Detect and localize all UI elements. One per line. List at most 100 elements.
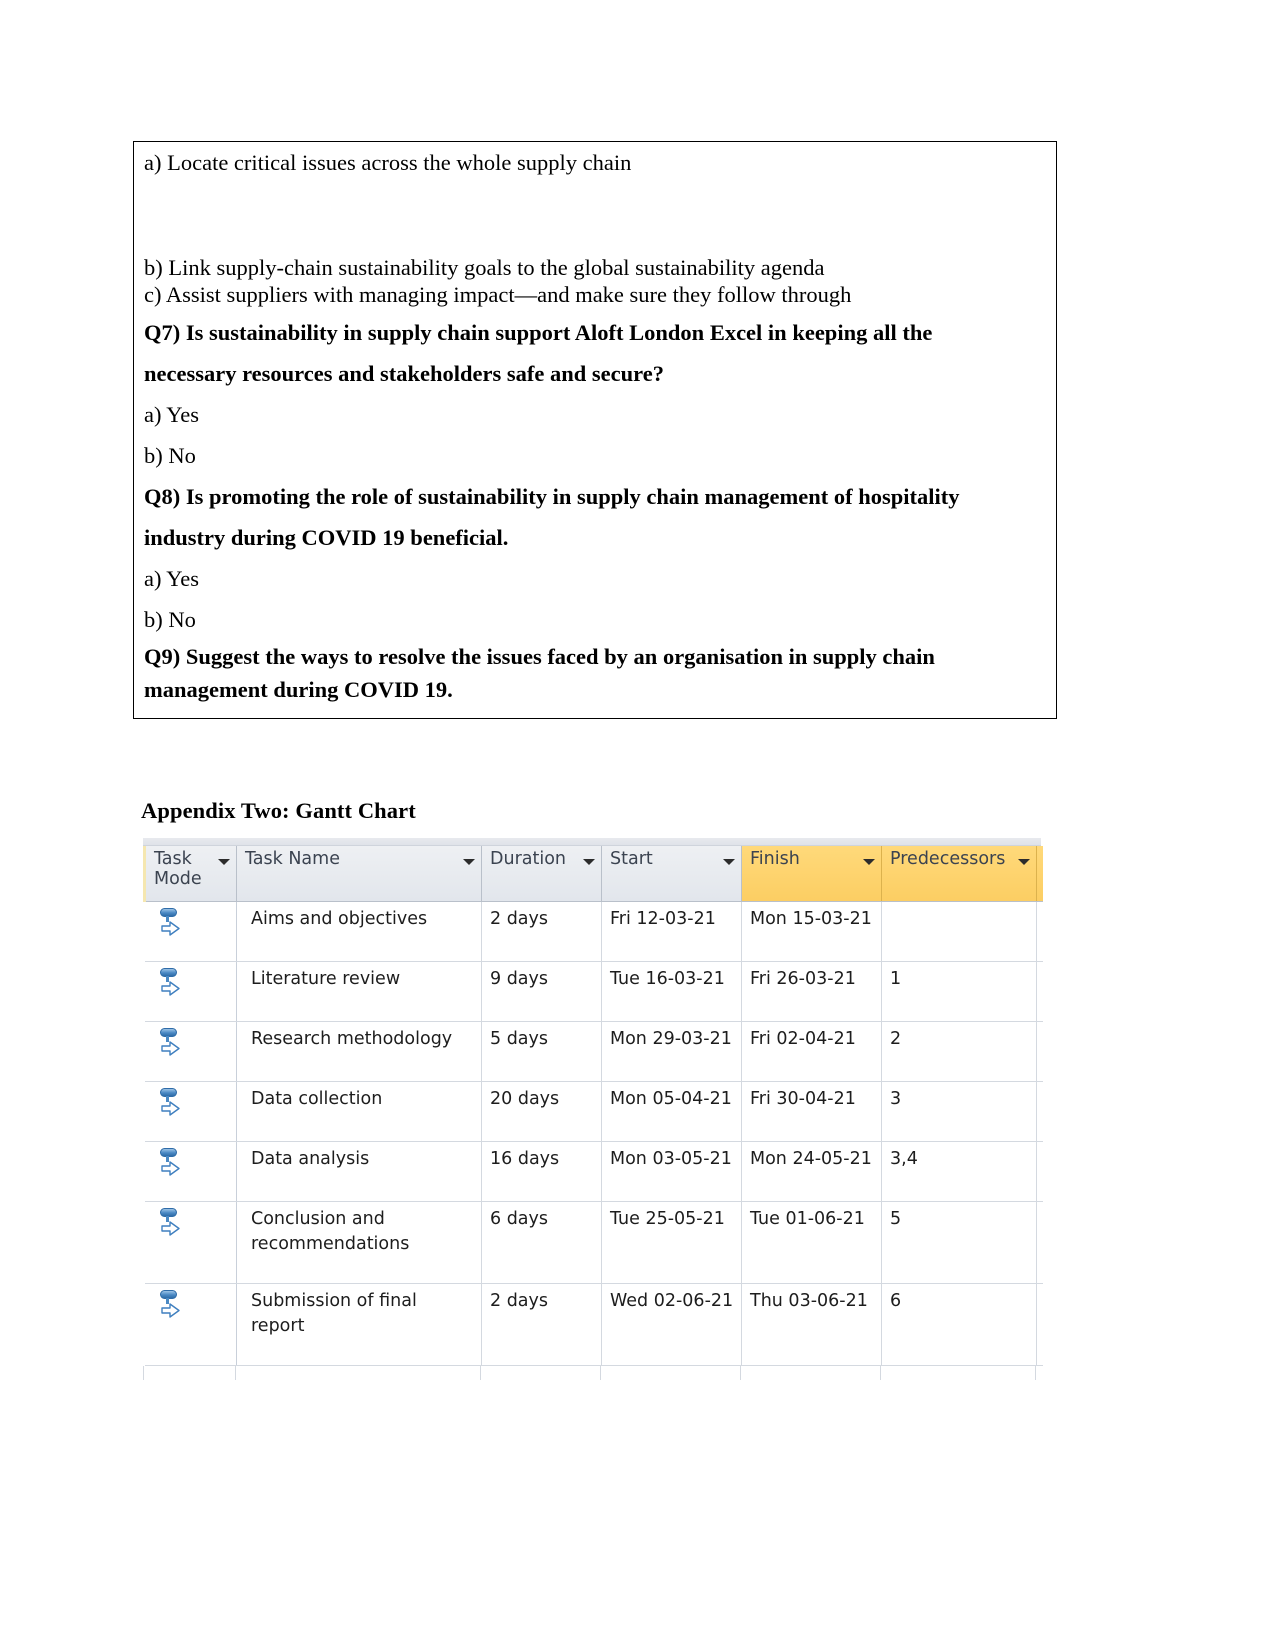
- truncated-cell: [1036, 1283, 1043, 1366]
- table-row[interactable]: Data analysis 16 days Mon 03-05-21 Mon 2…: [144, 1141, 1043, 1202]
- task-mode-cell[interactable]: [144, 1201, 237, 1284]
- question-q7-line1: Q7) Is sustainability in supply chain su…: [144, 319, 933, 345]
- question-q8-line2: industry during COVID 19 beneficial.: [144, 524, 509, 550]
- finish-cell[interactable]: Mon 24-05-21: [741, 1141, 882, 1202]
- table-row[interactable]: Literature review 9 days Tue 16-03-21 Fr…: [144, 961, 1043, 1022]
- truncated-cell: [1036, 1201, 1043, 1284]
- column-header-start[interactable]: Start: [601, 846, 742, 902]
- finish-cell[interactable]: Fri 02-04-21: [741, 1021, 882, 1082]
- arrow-right-icon: [160, 1303, 180, 1318]
- table-row[interactable]: Research methodology 5 days Mon 29-03-21…: [144, 1021, 1043, 1082]
- start-cell[interactable]: Mon 03-05-21: [601, 1141, 742, 1202]
- column-header-finish[interactable]: Finish: [741, 846, 882, 902]
- duration-cell[interactable]: 6 days: [481, 1201, 602, 1284]
- task-name-cell[interactable]: Literature review: [236, 961, 482, 1022]
- column-header-duration-label: Duration: [490, 849, 567, 869]
- start-cell[interactable]: Mon 29-03-21: [601, 1021, 742, 1082]
- start-cell[interactable]: Wed 02-06-21: [601, 1283, 742, 1366]
- start-cell[interactable]: Mon 05-04-21: [601, 1081, 742, 1142]
- predecessors-cell[interactable]: 3: [881, 1081, 1037, 1142]
- question-q7-line2: necessary resources and stakeholders saf…: [144, 360, 664, 386]
- truncated-cell: [1036, 1141, 1043, 1202]
- question-q9-line2: management during COVID 19.: [144, 676, 453, 702]
- q7-option-a: a) Yes: [144, 401, 200, 427]
- start-cell[interactable]: Tue 16-03-21: [601, 961, 742, 1022]
- column-header-task-name-label: Task Name: [245, 849, 340, 869]
- task-mode-cell[interactable]: [144, 1141, 237, 1202]
- manually-scheduled-icon: [159, 908, 183, 938]
- question-q7: Q7) Is sustainability in supply chain su…: [144, 312, 1043, 394]
- arrow-right-icon: [160, 1221, 180, 1236]
- truncated-cell: [1036, 1081, 1043, 1142]
- column-header-finish-label: Finish: [750, 849, 800, 869]
- truncated-cell: [1036, 1021, 1043, 1082]
- task-mode-cell[interactable]: [144, 961, 237, 1022]
- arrow-right-icon: [160, 1101, 180, 1116]
- gantt-header-row: Task Mode Task Name Duration Start Finis…: [143, 846, 1043, 902]
- table-row[interactable]: Submission of final report 2 days Wed 02…: [144, 1283, 1043, 1366]
- finish-cell[interactable]: Fri 30-04-21: [741, 1081, 882, 1142]
- column-header-predecessors-label: Predecessors: [890, 849, 1006, 869]
- q7-option-b: b) No: [144, 442, 196, 468]
- arrow-right-icon: [160, 921, 180, 936]
- task-name-cell[interactable]: Aims and objectives: [236, 901, 482, 962]
- task-name-cell[interactable]: Data collection: [236, 1081, 482, 1142]
- task-mode-cell[interactable]: [144, 1021, 237, 1082]
- task-name-cell[interactable]: Conclusion and recommendations: [236, 1201, 482, 1284]
- column-header-task-mode[interactable]: Task Mode: [143, 846, 237, 902]
- column-header-truncated[interactable]: [1036, 846, 1043, 902]
- predecessors-cell[interactable]: 3,4: [881, 1141, 1037, 1202]
- option-a-locate-critical-issues: a) Locate critical issues across the who…: [144, 150, 632, 175]
- gantt-top-strip: [143, 838, 1041, 846]
- truncated-cell: [1036, 961, 1043, 1022]
- finish-cell[interactable]: Thu 03-06-21: [741, 1283, 882, 1366]
- arrow-right-icon: [160, 1161, 180, 1176]
- chevron-down-icon[interactable]: [218, 859, 230, 865]
- predecessors-cell[interactable]: 1: [881, 961, 1037, 1022]
- predecessors-cell[interactable]: 6: [881, 1283, 1037, 1366]
- chevron-down-icon[interactable]: [723, 859, 735, 865]
- question-q8-line1: Q8) Is promoting the role of sustainabil…: [144, 483, 960, 509]
- task-name-cell[interactable]: Research methodology: [236, 1021, 482, 1082]
- question-box: a) Locate critical issues across the who…: [133, 141, 1057, 719]
- task-name-cell[interactable]: Data analysis: [236, 1141, 482, 1202]
- table-row[interactable]: Conclusion and recommendations 6 days Tu…: [144, 1201, 1043, 1284]
- duration-cell[interactable]: 20 days: [481, 1081, 602, 1142]
- manually-scheduled-icon: [159, 1028, 183, 1058]
- arrow-right-icon: [160, 981, 180, 996]
- duration-cell[interactable]: 5 days: [481, 1021, 602, 1082]
- duration-cell[interactable]: 9 days: [481, 961, 602, 1022]
- column-header-predecessors[interactable]: Predecessors: [881, 846, 1037, 902]
- column-header-task-name[interactable]: Task Name: [236, 846, 482, 902]
- chevron-down-icon[interactable]: [463, 859, 475, 865]
- predecessors-cell[interactable]: 5: [881, 1201, 1037, 1284]
- table-row[interactable]: Aims and objectives 2 days Fri 12-03-21 …: [144, 901, 1043, 962]
- finish-cell[interactable]: Mon 15-03-21: [741, 901, 882, 962]
- chevron-down-icon[interactable]: [863, 859, 875, 865]
- column-header-start-label: Start: [610, 849, 653, 869]
- finish-cell[interactable]: Fri 26-03-21: [741, 961, 882, 1022]
- gantt-table-body: Aims and objectives 2 days Fri 12-03-21 …: [144, 901, 1043, 1366]
- q8-option-a: a) Yes: [144, 565, 200, 591]
- manually-scheduled-icon: [159, 1290, 183, 1320]
- predecessors-cell[interactable]: 2: [881, 1021, 1037, 1082]
- column-header-duration[interactable]: Duration: [481, 846, 602, 902]
- duration-cell[interactable]: 2 days: [481, 901, 602, 962]
- duration-cell[interactable]: 2 days: [481, 1283, 602, 1366]
- manually-scheduled-icon: [159, 1208, 183, 1238]
- start-cell[interactable]: Tue 25-05-21: [601, 1201, 742, 1284]
- task-mode-cell[interactable]: [144, 1283, 237, 1366]
- duration-cell[interactable]: 16 days: [481, 1141, 602, 1202]
- manually-scheduled-icon: [159, 968, 183, 998]
- arrow-right-icon: [160, 1041, 180, 1056]
- chevron-down-icon[interactable]: [583, 859, 595, 865]
- chevron-down-icon[interactable]: [1018, 859, 1030, 865]
- finish-cell[interactable]: Tue 01-06-21: [741, 1201, 882, 1284]
- task-name-cell[interactable]: Submission of final report: [236, 1283, 482, 1366]
- predecessors-cell[interactable]: [881, 901, 1037, 962]
- table-row[interactable]: Data collection 20 days Mon 05-04-21 Fri…: [144, 1081, 1043, 1142]
- start-cell[interactable]: Fri 12-03-21: [601, 901, 742, 962]
- task-mode-cell[interactable]: [144, 901, 237, 962]
- task-mode-cell[interactable]: [144, 1081, 237, 1142]
